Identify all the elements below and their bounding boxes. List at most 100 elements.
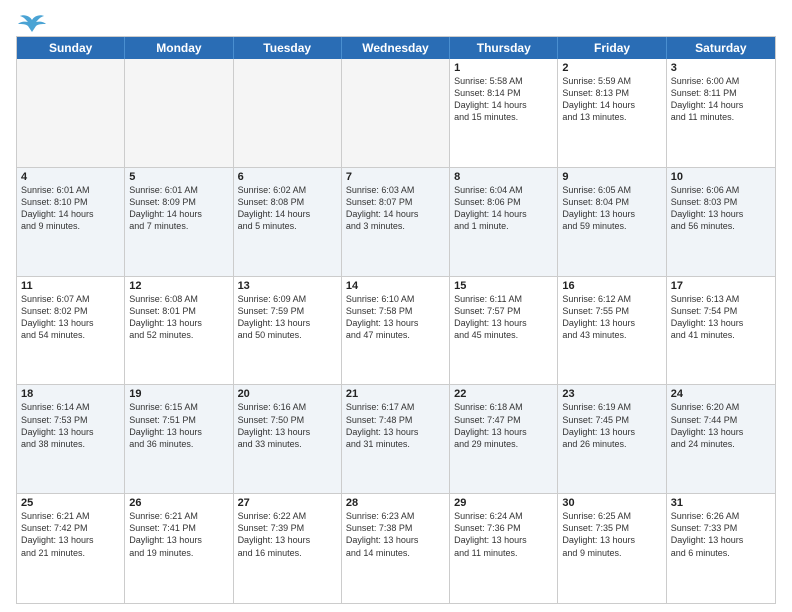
day-number: 12 [129,280,228,292]
header-day-sunday: Sunday [17,37,125,59]
calendar-cell [234,59,342,167]
calendar-cell [17,59,125,167]
header-day-monday: Monday [125,37,233,59]
day-number: 26 [129,497,228,509]
calendar-cell: 13Sunrise: 6:09 AM Sunset: 7:59 PM Dayli… [234,277,342,385]
calendar-cell: 9Sunrise: 6:05 AM Sunset: 8:04 PM Daylig… [558,168,666,276]
cell-info: Sunrise: 6:13 AM Sunset: 7:54 PM Dayligh… [671,293,771,342]
day-number: 22 [454,388,553,400]
header-day-friday: Friday [558,37,666,59]
header-day-tuesday: Tuesday [234,37,342,59]
calendar-row-5: 25Sunrise: 6:21 AM Sunset: 7:42 PM Dayli… [17,494,775,603]
day-number: 10 [671,171,771,183]
calendar-cell: 20Sunrise: 6:16 AM Sunset: 7:50 PM Dayli… [234,385,342,493]
calendar-row-2: 4Sunrise: 6:01 AM Sunset: 8:10 PM Daylig… [17,168,775,277]
cell-info: Sunrise: 6:11 AM Sunset: 7:57 PM Dayligh… [454,293,553,342]
calendar-cell: 25Sunrise: 6:21 AM Sunset: 7:42 PM Dayli… [17,494,125,603]
logo [16,12,46,30]
calendar-cell: 16Sunrise: 6:12 AM Sunset: 7:55 PM Dayli… [558,277,666,385]
day-number: 23 [562,388,661,400]
cell-info: Sunrise: 6:16 AM Sunset: 7:50 PM Dayligh… [238,401,337,450]
cell-info: Sunrise: 6:20 AM Sunset: 7:44 PM Dayligh… [671,401,771,450]
day-number: 19 [129,388,228,400]
calendar-cell: 8Sunrise: 6:04 AM Sunset: 8:06 PM Daylig… [450,168,558,276]
cell-info: Sunrise: 6:02 AM Sunset: 8:08 PM Dayligh… [238,184,337,233]
day-number: 1 [454,62,553,74]
day-number: 25 [21,497,120,509]
day-number: 28 [346,497,445,509]
day-number: 27 [238,497,337,509]
calendar-cell: 3Sunrise: 6:00 AM Sunset: 8:11 PM Daylig… [667,59,775,167]
cell-info: Sunrise: 6:03 AM Sunset: 8:07 PM Dayligh… [346,184,445,233]
cell-info: Sunrise: 6:06 AM Sunset: 8:03 PM Dayligh… [671,184,771,233]
calendar-row-4: 18Sunrise: 6:14 AM Sunset: 7:53 PM Dayli… [17,385,775,494]
day-number: 21 [346,388,445,400]
calendar: SundayMondayTuesdayWednesdayThursdayFrid… [16,36,776,604]
day-number: 31 [671,497,771,509]
cell-info: Sunrise: 6:19 AM Sunset: 7:45 PM Dayligh… [562,401,661,450]
day-number: 16 [562,280,661,292]
day-number: 14 [346,280,445,292]
cell-info: Sunrise: 6:01 AM Sunset: 8:10 PM Dayligh… [21,184,120,233]
day-number: 4 [21,171,120,183]
day-number: 3 [671,62,771,74]
calendar-cell: 6Sunrise: 6:02 AM Sunset: 8:08 PM Daylig… [234,168,342,276]
calendar-cell: 14Sunrise: 6:10 AM Sunset: 7:58 PM Dayli… [342,277,450,385]
day-number: 18 [21,388,120,400]
cell-info: Sunrise: 6:18 AM Sunset: 7:47 PM Dayligh… [454,401,553,450]
cell-info: Sunrise: 6:22 AM Sunset: 7:39 PM Dayligh… [238,510,337,559]
calendar-cell: 17Sunrise: 6:13 AM Sunset: 7:54 PM Dayli… [667,277,775,385]
calendar-cell: 11Sunrise: 6:07 AM Sunset: 8:02 PM Dayli… [17,277,125,385]
cell-info: Sunrise: 6:25 AM Sunset: 7:35 PM Dayligh… [562,510,661,559]
calendar-body: 1Sunrise: 5:58 AM Sunset: 8:14 PM Daylig… [17,59,775,603]
calendar-row-1: 1Sunrise: 5:58 AM Sunset: 8:14 PM Daylig… [17,59,775,168]
calendar-cell: 21Sunrise: 6:17 AM Sunset: 7:48 PM Dayli… [342,385,450,493]
header-day-wednesday: Wednesday [342,37,450,59]
cell-info: Sunrise: 6:24 AM Sunset: 7:36 PM Dayligh… [454,510,553,559]
day-number: 24 [671,388,771,400]
cell-info: Sunrise: 6:15 AM Sunset: 7:51 PM Dayligh… [129,401,228,450]
cell-info: Sunrise: 6:21 AM Sunset: 7:41 PM Dayligh… [129,510,228,559]
calendar-cell [342,59,450,167]
calendar-cell: 19Sunrise: 6:15 AM Sunset: 7:51 PM Dayli… [125,385,233,493]
cell-info: Sunrise: 5:58 AM Sunset: 8:14 PM Dayligh… [454,75,553,124]
calendar-cell: 28Sunrise: 6:23 AM Sunset: 7:38 PM Dayli… [342,494,450,603]
cell-info: Sunrise: 6:04 AM Sunset: 8:06 PM Dayligh… [454,184,553,233]
calendar-cell: 4Sunrise: 6:01 AM Sunset: 8:10 PM Daylig… [17,168,125,276]
calendar-row-3: 11Sunrise: 6:07 AM Sunset: 8:02 PM Dayli… [17,277,775,386]
cell-info: Sunrise: 6:26 AM Sunset: 7:33 PM Dayligh… [671,510,771,559]
header-day-thursday: Thursday [450,37,558,59]
calendar-cell [125,59,233,167]
day-number: 29 [454,497,553,509]
day-number: 2 [562,62,661,74]
calendar-cell: 23Sunrise: 6:19 AM Sunset: 7:45 PM Dayli… [558,385,666,493]
cell-info: Sunrise: 6:17 AM Sunset: 7:48 PM Dayligh… [346,401,445,450]
calendar-cell: 10Sunrise: 6:06 AM Sunset: 8:03 PM Dayli… [667,168,775,276]
calendar-cell: 29Sunrise: 6:24 AM Sunset: 7:36 PM Dayli… [450,494,558,603]
calendar-cell: 2Sunrise: 5:59 AM Sunset: 8:13 PM Daylig… [558,59,666,167]
day-number: 11 [21,280,120,292]
cell-info: Sunrise: 6:12 AM Sunset: 7:55 PM Dayligh… [562,293,661,342]
day-number: 30 [562,497,661,509]
cell-info: Sunrise: 6:09 AM Sunset: 7:59 PM Dayligh… [238,293,337,342]
day-number: 9 [562,171,661,183]
cell-info: Sunrise: 6:14 AM Sunset: 7:53 PM Dayligh… [21,401,120,450]
cell-info: Sunrise: 6:21 AM Sunset: 7:42 PM Dayligh… [21,510,120,559]
day-number: 7 [346,171,445,183]
day-number: 15 [454,280,553,292]
calendar-cell: 7Sunrise: 6:03 AM Sunset: 8:07 PM Daylig… [342,168,450,276]
calendar-cell: 26Sunrise: 6:21 AM Sunset: 7:41 PM Dayli… [125,494,233,603]
calendar-cell: 15Sunrise: 6:11 AM Sunset: 7:57 PM Dayli… [450,277,558,385]
cell-info: Sunrise: 6:23 AM Sunset: 7:38 PM Dayligh… [346,510,445,559]
day-number: 8 [454,171,553,183]
calendar-cell: 5Sunrise: 6:01 AM Sunset: 8:09 PM Daylig… [125,168,233,276]
calendar-header: SundayMondayTuesdayWednesdayThursdayFrid… [17,37,775,59]
main-container: SundayMondayTuesdayWednesdayThursdayFrid… [0,0,792,612]
cell-info: Sunrise: 6:07 AM Sunset: 8:02 PM Dayligh… [21,293,120,342]
cell-info: Sunrise: 5:59 AM Sunset: 8:13 PM Dayligh… [562,75,661,124]
day-number: 5 [129,171,228,183]
cell-info: Sunrise: 6:05 AM Sunset: 8:04 PM Dayligh… [562,184,661,233]
day-number: 6 [238,171,337,183]
header-day-saturday: Saturday [667,37,775,59]
cell-info: Sunrise: 6:10 AM Sunset: 7:58 PM Dayligh… [346,293,445,342]
